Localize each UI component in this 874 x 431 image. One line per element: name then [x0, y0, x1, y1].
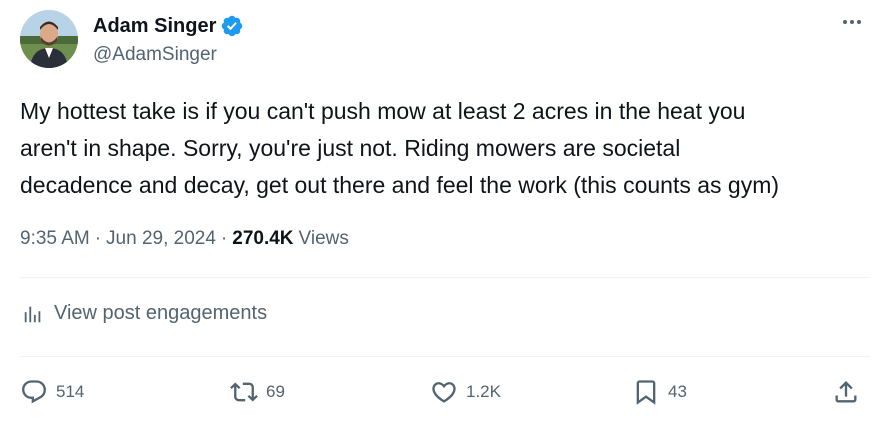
bookmark-icon — [636, 380, 656, 405]
analytics-icon — [24, 306, 41, 322]
action-bar: 514 69 1.2K 43 — [20, 372, 870, 412]
author-names: Adam Singer @AdamSinger — [93, 12, 244, 66]
tweet-time[interactable]: 9:35 AM — [20, 228, 90, 250]
repost-button[interactable]: 69 — [230, 372, 285, 412]
reply-count: 514 — [56, 382, 85, 401]
bookmark-button[interactable]: 43 — [632, 372, 687, 412]
divider — [20, 277, 870, 278]
repost-icon — [230, 382, 258, 402]
views-label: Views — [298, 228, 349, 249]
verified-badge-icon[interactable] — [220, 14, 244, 38]
tweet: Adam Singer @AdamSinger My hottest take … — [0, 0, 874, 431]
tweet-date[interactable]: Jun 29, 2024 — [106, 228, 216, 250]
divider — [20, 356, 870, 357]
repost-count: 69 — [266, 382, 285, 401]
meta-separator: · — [220, 228, 228, 249]
reply-icon — [22, 380, 46, 404]
display-name-row: Adam Singer — [93, 12, 244, 40]
handle[interactable]: @AdamSinger — [93, 44, 244, 66]
avatar[interactable] — [20, 10, 78, 68]
share-icon — [835, 381, 857, 403]
tweet-text: My hottest take is if you can't push mow… — [20, 98, 780, 198]
view-engagements-link[interactable]: View post engagements — [22, 302, 267, 325]
like-count: 1.2K — [466, 382, 501, 401]
view-engagements-label: View post engagements — [54, 302, 268, 324]
reply-button[interactable]: 514 — [20, 372, 84, 412]
avatar-image — [20, 10, 78, 68]
bookmark-count: 43 — [668, 382, 687, 401]
more-options-icon[interactable] — [838, 12, 866, 32]
display-name[interactable]: Adam Singer — [93, 15, 216, 38]
meta-separator: · — [94, 228, 102, 249]
share-button[interactable] — [832, 372, 860, 412]
like-icon — [432, 382, 456, 403]
tweet-meta: 9:35 AM · Jun 29, 2024 · 270.4K Views — [20, 225, 349, 253]
views-count: 270.4K — [232, 228, 294, 249]
like-button[interactable]: 1.2K — [430, 372, 501, 412]
tweet-header: Adam Singer @AdamSinger — [20, 10, 870, 70]
